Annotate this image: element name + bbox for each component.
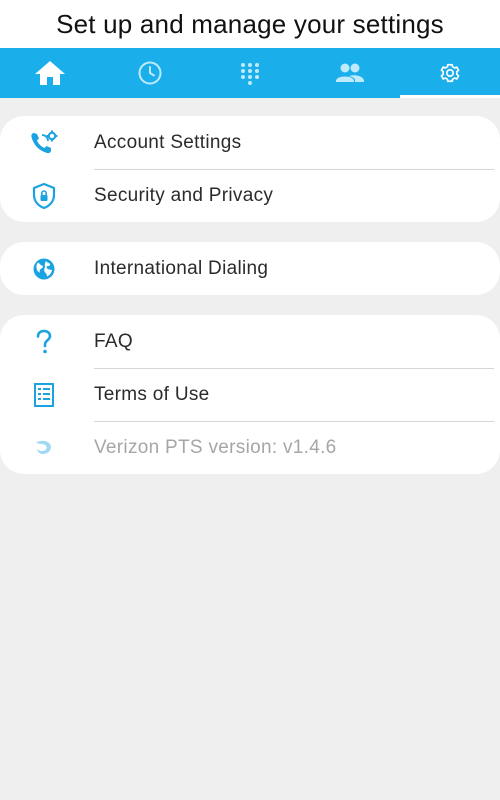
terms-of-use-item[interactable]: Terms of Use xyxy=(0,368,500,421)
tab-contacts[interactable] xyxy=(300,48,400,98)
security-privacy-item[interactable]: Security and Privacy xyxy=(0,169,500,222)
security-privacy-label: Security and Privacy xyxy=(94,184,274,206)
globe-icon xyxy=(29,254,59,284)
document-list-icon xyxy=(29,380,59,410)
home-icon xyxy=(35,61,65,85)
account-settings-label: Account Settings xyxy=(94,131,242,153)
settings-content: Account Settings Security and Privacy In… xyxy=(0,98,500,800)
gear-icon xyxy=(440,63,460,83)
version-item: Verizon PTS version: v1.4.6 xyxy=(0,421,500,474)
international-dialing-item[interactable]: International Dialing xyxy=(0,242,500,295)
dialing-card: International Dialing xyxy=(0,242,500,295)
faq-label: FAQ xyxy=(94,330,133,352)
tab-settings[interactable] xyxy=(400,48,500,98)
phone-settings-icon xyxy=(29,128,59,158)
info-card: FAQ Terms of Use Verizon PTS version: v1… xyxy=(0,315,500,474)
version-label: Verizon PTS version: v1.4.6 xyxy=(94,436,337,458)
dialpad-icon xyxy=(241,63,259,85)
tab-recents[interactable] xyxy=(100,48,200,98)
tab-home[interactable] xyxy=(0,48,100,98)
account-settings-item[interactable]: Account Settings xyxy=(0,116,500,169)
contacts-icon xyxy=(336,63,364,82)
question-mark-icon xyxy=(29,327,59,357)
faq-item[interactable]: FAQ xyxy=(0,315,500,368)
clock-icon xyxy=(138,61,162,85)
shield-lock-icon xyxy=(29,181,59,211)
tab-dialpad[interactable] xyxy=(200,48,300,98)
account-card: Account Settings Security and Privacy xyxy=(0,116,500,222)
terms-of-use-label: Terms of Use xyxy=(94,383,210,405)
international-dialing-label: International Dialing xyxy=(94,257,269,279)
page-headline: Set up and manage your settings xyxy=(0,0,500,48)
app-logo-icon xyxy=(29,433,59,463)
tab-bar xyxy=(0,48,500,98)
